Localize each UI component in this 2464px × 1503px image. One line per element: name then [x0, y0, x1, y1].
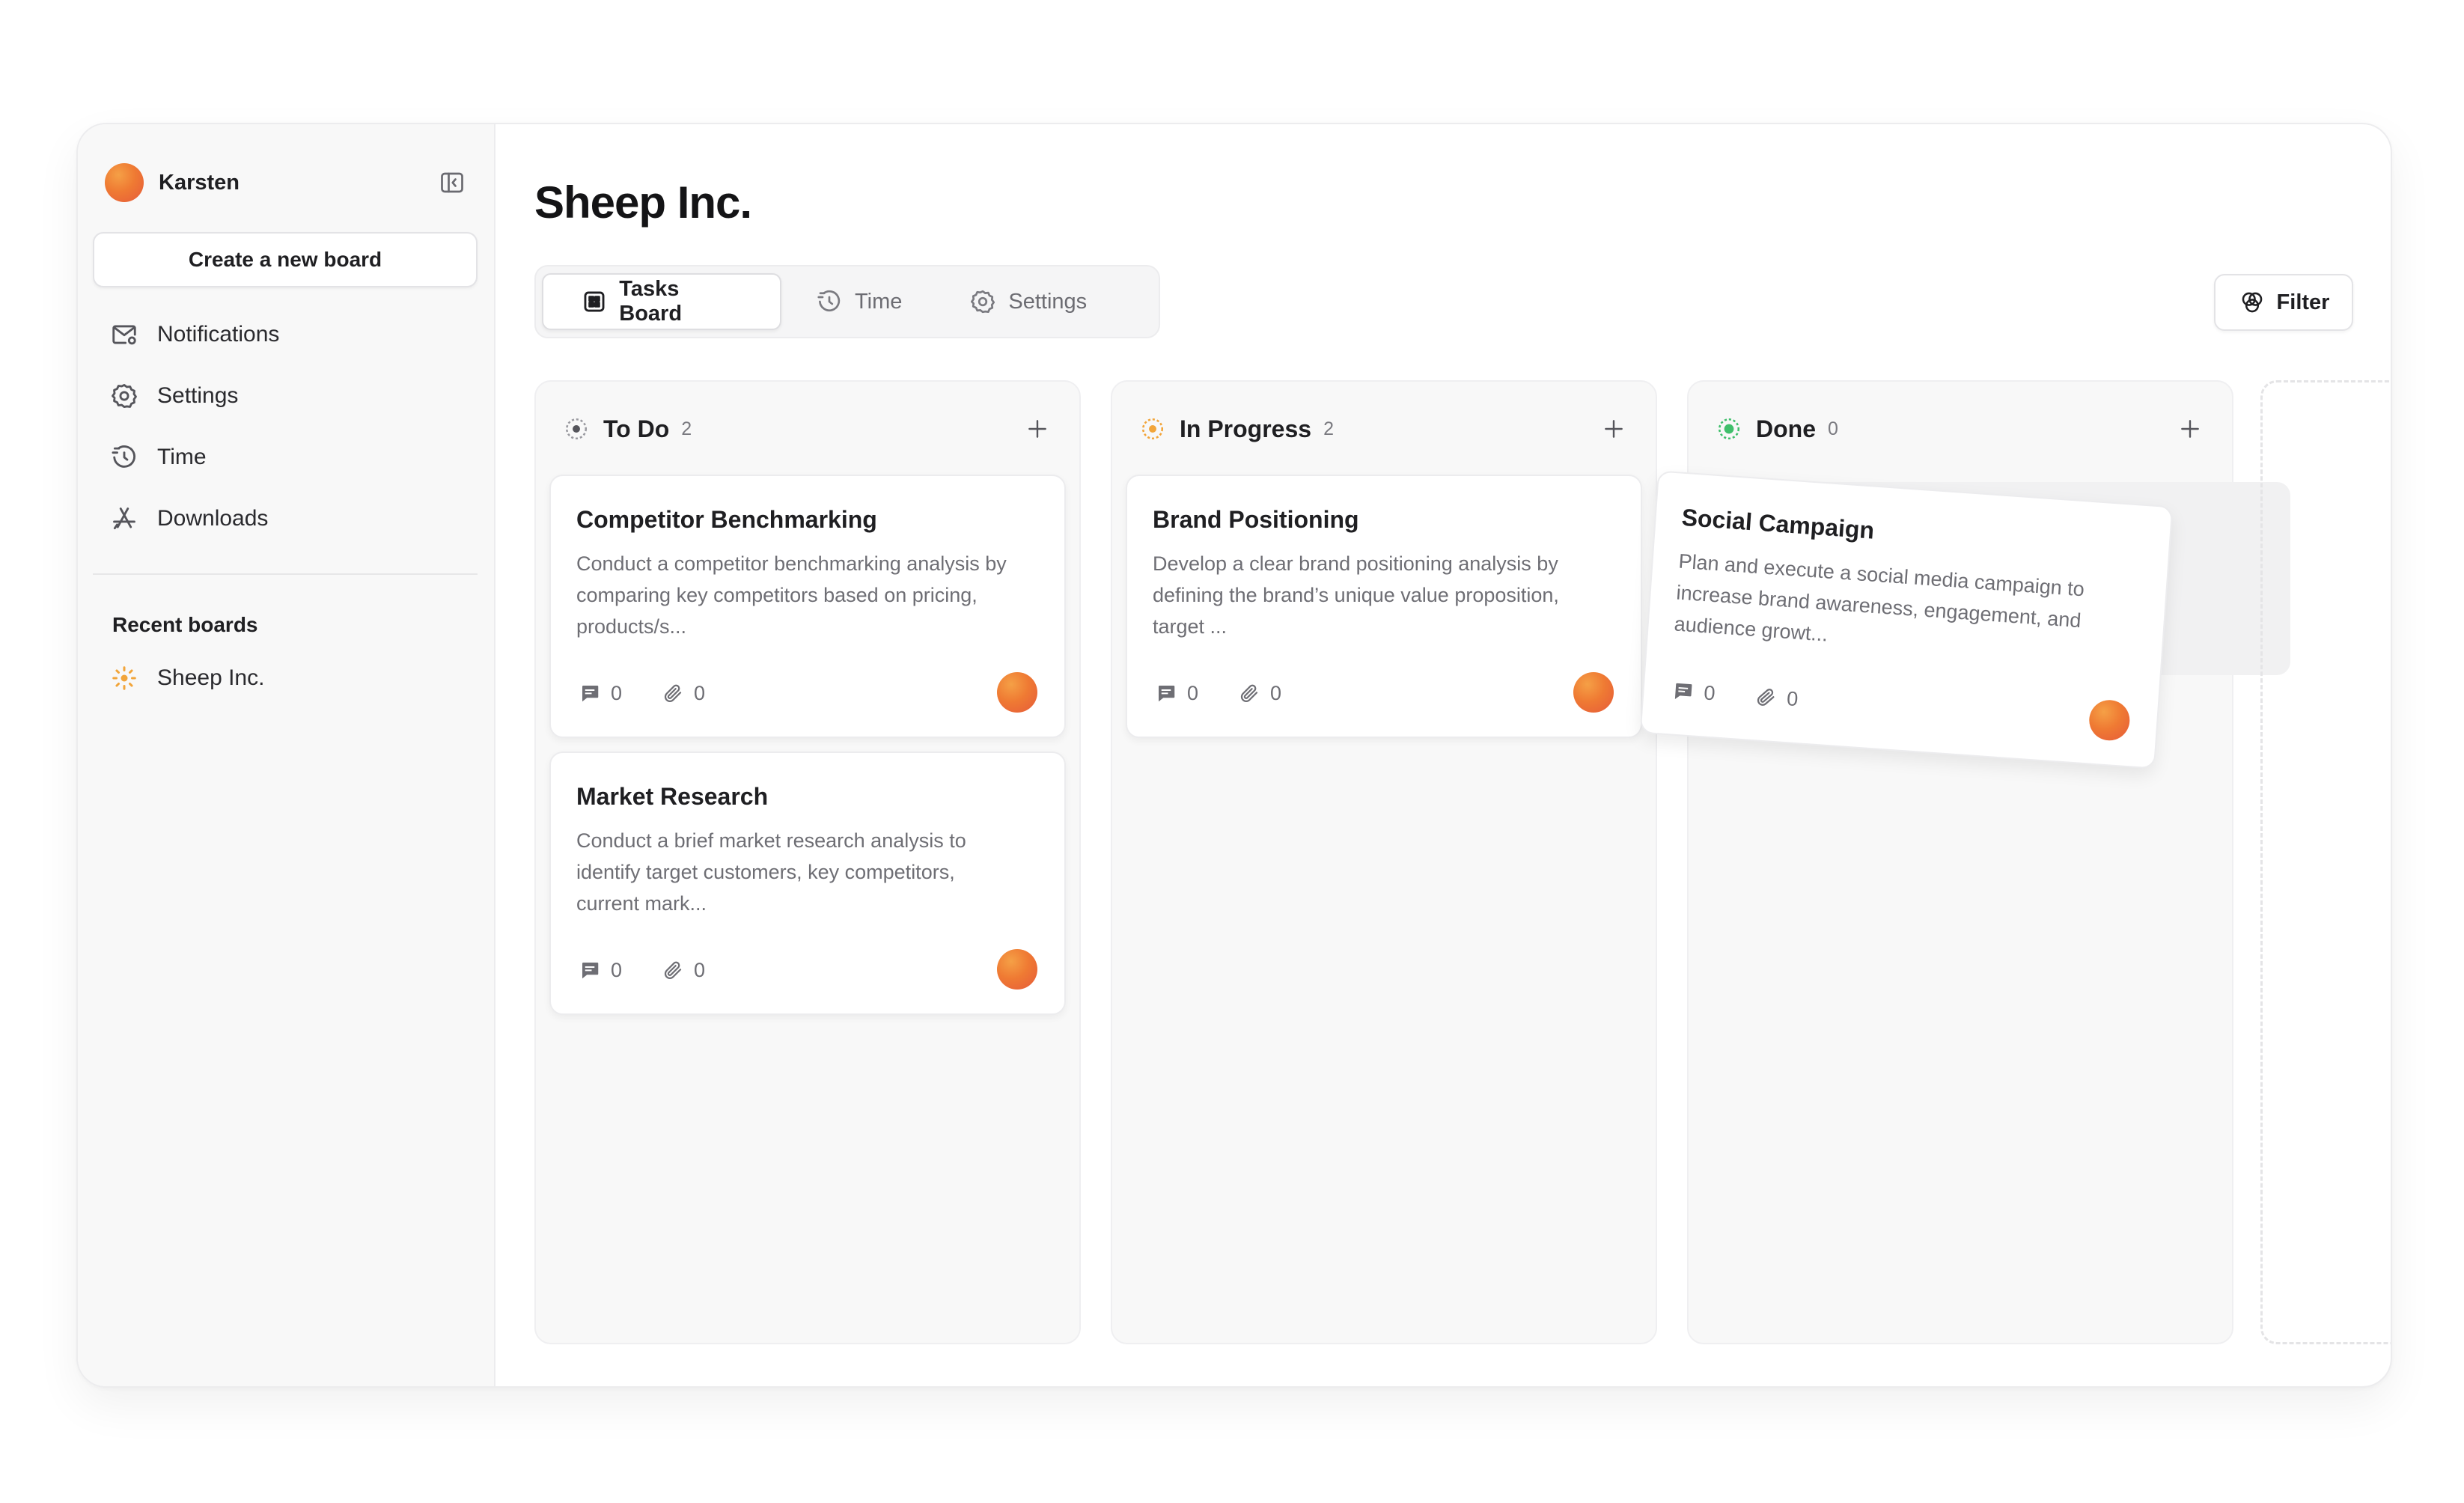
sidebar-divider: [93, 573, 478, 575]
filter-label: Filter: [2276, 290, 2330, 314]
attachment-count: 0: [1786, 686, 1799, 710]
comment-count: 0: [611, 958, 623, 981]
sidebar-item-downloads[interactable]: Downloads: [108, 488, 467, 549]
comment-count: 0: [1703, 680, 1716, 704]
tab-label: Settings: [1008, 289, 1088, 314]
sidebar-collapse-icon[interactable]: [437, 168, 467, 198]
assignee-avatar[interactable]: [997, 672, 1037, 713]
sidebar-item-time[interactable]: Time: [108, 427, 467, 488]
task-card[interactable]: Brand Positioning Develop a clear brand …: [1126, 475, 1642, 738]
add-task-button[interactable]: [1597, 412, 1630, 445]
card-meta: 0 0: [576, 955, 705, 985]
avatar: [105, 163, 144, 202]
card-title: Competitor Benchmarking: [576, 506, 877, 533]
column-title: In Progress: [1180, 415, 1312, 442]
mail-icon: [108, 318, 141, 351]
task-card[interactable]: Competitor Benchmarking Conduct a compet…: [549, 475, 1066, 738]
filter-button[interactable]: Filter: [2214, 274, 2353, 331]
tab-label: Time: [855, 289, 903, 314]
assignee-avatar[interactable]: [1573, 672, 1614, 713]
recent-boards-title: Recent boards: [112, 613, 258, 636]
status-progress-icon: [1138, 414, 1168, 444]
app-store-icon: [108, 502, 141, 535]
card-title: Market Research: [576, 783, 769, 810]
comment-count: 0: [611, 681, 623, 704]
paperclip-icon: [1751, 683, 1780, 711]
tab-time[interactable]: Time: [781, 273, 935, 330]
task-card-dragging[interactable]: Social Campaign Plan and execute a socia…: [1639, 470, 2174, 769]
sidebar: Karsten Create a new board Notifications: [78, 124, 495, 1386]
card-description: Plan and execute a social media campaign…: [1673, 549, 2085, 646]
card-description: Conduct a brief market research analysis…: [576, 829, 966, 915]
sidebar-item-label: Settings: [157, 383, 239, 408]
column-header: To Do 2: [561, 410, 1054, 448]
app-window: Karsten Create a new board Notifications: [76, 123, 2392, 1388]
sidebar-item-label: Time: [157, 445, 207, 469]
filter-icon: [2238, 288, 2266, 317]
assignee-avatar[interactable]: [997, 949, 1037, 990]
comment-icon: [576, 680, 603, 707]
loader-icon: [108, 662, 141, 695]
view-tabs: Tasks Board Time Settings: [534, 265, 1160, 338]
tab-label: Tasks Board: [619, 277, 683, 326]
paperclip-icon: [659, 957, 686, 984]
comment-count: 0: [1187, 681, 1199, 704]
card-meta: 0 0: [576, 678, 705, 708]
recent-board-label: Sheep Inc.: [157, 665, 265, 690]
status-dot-icon: [561, 414, 591, 444]
column-count: 0: [1828, 418, 1838, 439]
sidebar-nav: Notifications Settings Time Downloads: [108, 304, 467, 549]
gear-icon: [108, 379, 141, 412]
column-header: Done 0: [1714, 410, 2207, 448]
paperclip-icon: [659, 680, 686, 707]
tab-tasks-board[interactable]: Tasks Board: [542, 273, 781, 330]
sidebar-item-notifications[interactable]: Notifications: [108, 304, 467, 365]
attachment-count: 0: [1270, 681, 1282, 704]
status-done-icon: [1714, 414, 1744, 444]
card-meta: 0 0: [1153, 678, 1281, 708]
attachment-count: 0: [694, 958, 706, 981]
page-title: Sheep Inc.: [534, 177, 752, 228]
column-title: Done: [1756, 415, 1816, 442]
timer-icon: [814, 287, 844, 317]
column-to-do: To Do 2 Competitor Benchmarking Conduct …: [534, 380, 1081, 1344]
sidebar-item-settings[interactable]: Settings: [108, 365, 467, 427]
user-profile[interactable]: Karsten: [105, 162, 467, 204]
sidebar-item-label: Notifications: [157, 322, 280, 347]
card-description: Develop a clear brand positioning analys…: [1153, 552, 1559, 638]
comment-icon: [1153, 680, 1180, 707]
add-task-button[interactable]: [2174, 412, 2207, 445]
user-name: Karsten: [159, 170, 240, 195]
column-in-progress: In Progress 2 Brand Positioning Develop …: [1111, 380, 1657, 1344]
attachment-count: 0: [694, 681, 706, 704]
add-column-placeholder[interactable]: [2260, 380, 2391, 1344]
tab-settings[interactable]: Settings: [935, 273, 1120, 330]
task-card[interactable]: Market Research Conduct a brief market r…: [549, 752, 1066, 1015]
grid-icon: [579, 287, 609, 317]
column-count: 2: [681, 418, 692, 439]
column-header: In Progress 2: [1138, 410, 1630, 448]
comment-icon: [1668, 677, 1697, 705]
comment-icon: [576, 957, 603, 984]
paperclip-icon: [1236, 680, 1263, 707]
column-title: To Do: [603, 415, 670, 442]
create-board-button[interactable]: Create a new board: [93, 232, 478, 287]
column-count: 2: [1323, 418, 1334, 439]
card-title: Social Campaign: [1680, 503, 1876, 544]
card-description: Conduct a competitor benchmarking analys…: [576, 552, 1007, 638]
add-task-button[interactable]: [1021, 412, 1054, 445]
card-title: Brand Positioning: [1153, 506, 1359, 533]
assignee-avatar[interactable]: [2088, 698, 2132, 743]
timer-icon: [108, 441, 141, 474]
sidebar-item-label: Downloads: [157, 506, 269, 531]
card-meta: 0 0: [1668, 675, 1799, 714]
recent-board-sheep-inc[interactable]: Sheep Inc.: [108, 657, 264, 699]
gear-icon: [968, 287, 998, 317]
